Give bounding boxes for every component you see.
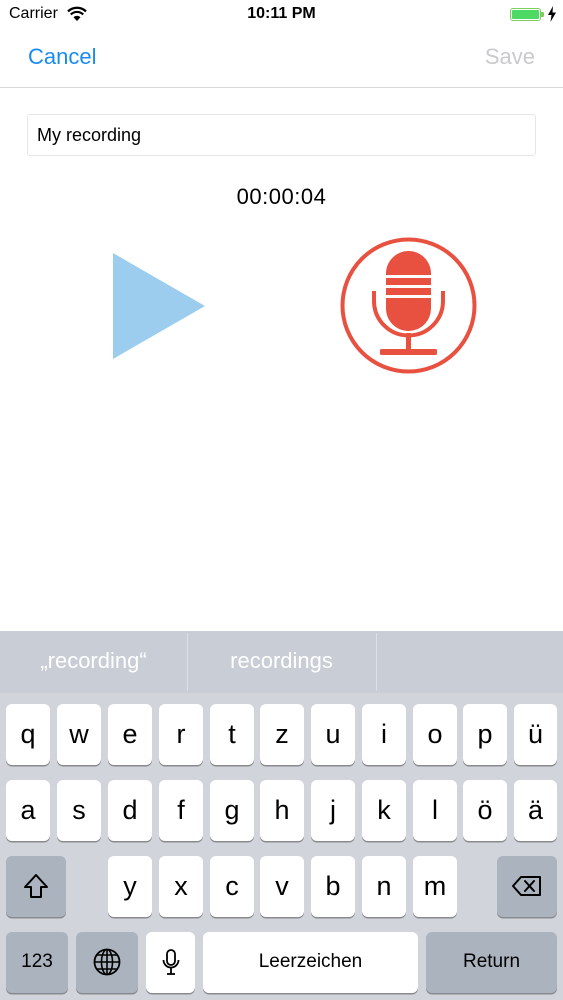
- key-j[interactable]: j: [311, 780, 355, 841]
- key-n[interactable]: n: [362, 856, 406, 917]
- key-o[interactable]: o: [413, 704, 457, 765]
- numbers-key[interactable]: 123: [6, 932, 68, 993]
- dictation-key[interactable]: [146, 932, 195, 993]
- play-icon: [113, 253, 205, 359]
- backspace-icon: [512, 876, 541, 896]
- key-u[interactable]: u: [311, 704, 355, 765]
- key-d[interactable]: d: [108, 780, 152, 841]
- keyboard: „recording“ recordings q w e r t z u i o…: [0, 631, 563, 1000]
- key-c[interactable]: c: [210, 856, 254, 917]
- shift-key[interactable]: [6, 856, 66, 917]
- status-time: 10:11 PM: [247, 5, 316, 22]
- space-key[interactable]: Leerzeichen: [203, 932, 418, 993]
- shift-icon: [24, 874, 48, 898]
- key-t[interactable]: t: [210, 704, 254, 765]
- key-z[interactable]: z: [260, 704, 304, 765]
- battery-icon: [510, 8, 544, 21]
- key-l[interactable]: l: [413, 780, 457, 841]
- navigation-bar: Cancel Save: [0, 30, 563, 88]
- key-s[interactable]: s: [57, 780, 101, 841]
- status-bar: Carrier 10:11 PM: [0, 0, 563, 30]
- key-w[interactable]: w: [57, 704, 101, 765]
- key-e[interactable]: e: [108, 704, 152, 765]
- key-h[interactable]: h: [260, 780, 304, 841]
- key-m[interactable]: m: [413, 856, 457, 917]
- key-u-umlaut[interactable]: ü: [514, 704, 557, 765]
- dictation-mic-icon: [162, 949, 179, 975]
- key-b[interactable]: b: [311, 856, 355, 917]
- globe-icon: [93, 948, 121, 976]
- key-f[interactable]: f: [159, 780, 203, 841]
- suggestion-item[interactable]: recordings: [187, 631, 376, 693]
- key-p[interactable]: p: [463, 704, 507, 765]
- backspace-key[interactable]: [497, 856, 557, 917]
- suggestion-item[interactable]: [376, 631, 563, 693]
- record-button[interactable]: [339, 237, 478, 374]
- suggestion-item[interactable]: „recording“: [0, 631, 187, 693]
- key-v[interactable]: v: [260, 856, 304, 917]
- recording-title-input[interactable]: [27, 114, 536, 156]
- return-key[interactable]: Return: [426, 932, 557, 993]
- key-y[interactable]: y: [108, 856, 152, 917]
- play-button[interactable]: [112, 252, 206, 360]
- key-a-umlaut[interactable]: ä: [514, 780, 557, 841]
- cancel-button[interactable]: Cancel: [28, 44, 96, 70]
- key-a[interactable]: a: [6, 780, 50, 841]
- key-x[interactable]: x: [159, 856, 203, 917]
- key-o-umlaut[interactable]: ö: [463, 780, 507, 841]
- recording-timer: 00:00:04: [236, 184, 327, 209]
- microphone-icon: [372, 251, 445, 355]
- key-k[interactable]: k: [362, 780, 406, 841]
- key-r[interactable]: r: [159, 704, 203, 765]
- save-button[interactable]: Save: [485, 44, 535, 70]
- key-g[interactable]: g: [210, 780, 254, 841]
- key-i[interactable]: i: [362, 704, 406, 765]
- suggestion-bar: „recording“ recordings: [0, 631, 563, 693]
- globe-key[interactable]: [76, 932, 138, 993]
- charging-bolt-icon: [548, 6, 556, 22]
- key-q[interactable]: q: [6, 704, 50, 765]
